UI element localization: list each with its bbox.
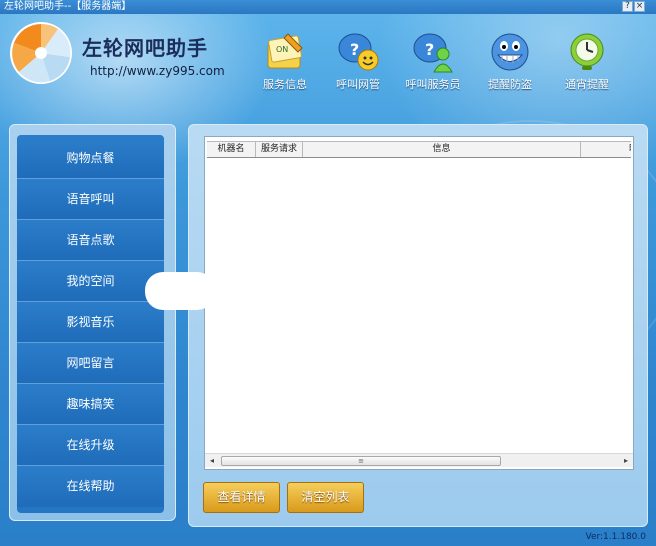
close-button[interactable]: × bbox=[634, 1, 645, 12]
sidebar-item-shopping[interactable]: 购物点餐 bbox=[17, 138, 164, 179]
scroll-thumb[interactable]: ≡ bbox=[221, 456, 501, 466]
nav-service-info[interactable]: ON 服务信息 bbox=[250, 30, 320, 94]
title-bar: 左轮网吧助手--【服务器端】 bbox=[0, 0, 656, 14]
nav-overnight-reminder[interactable]: 通宵提醒 bbox=[552, 30, 622, 94]
version-label: Ver:1.1.180.0 bbox=[585, 532, 646, 542]
nav-label: 通宵提醒 bbox=[565, 78, 609, 91]
window-title: 左轮网吧助手--【服务器端】 bbox=[4, 1, 132, 12]
sidebar-item-messages[interactable]: 网吧留言 bbox=[17, 343, 164, 384]
list-header: 机器名 服务请求 信息 时 bbox=[207, 141, 631, 158]
scroll-left-icon[interactable]: ◂ bbox=[207, 456, 217, 466]
app-url: http://www.zy995.com bbox=[90, 64, 225, 78]
sidebar-item-voice-call[interactable]: 语音呼叫 bbox=[17, 179, 164, 220]
help-button[interactable]: ? bbox=[622, 1, 633, 12]
column-header-info[interactable]: 信息 bbox=[303, 142, 581, 157]
clear-list-button[interactable]: 清空列表 bbox=[287, 482, 364, 513]
nav-label: 服务信息 bbox=[263, 78, 307, 91]
wheel-logo-icon bbox=[11, 23, 71, 83]
smiley-bubble-icon: ? bbox=[338, 33, 379, 71]
svg-text:?: ? bbox=[350, 40, 359, 59]
svg-text:?: ? bbox=[425, 40, 434, 59]
redaction-mark bbox=[210, 302, 380, 312]
sidebar-item-my-space[interactable]: 我的空间 bbox=[17, 261, 164, 302]
nav-theft-reminder[interactable]: 提醒防盗 bbox=[475, 30, 545, 94]
app-logo bbox=[10, 22, 72, 84]
grin-face-icon bbox=[491, 33, 529, 71]
horizontal-scrollbar[interactable]: ◂ ≡ ▸ bbox=[205, 453, 633, 467]
sidebar-item-online-help[interactable]: 在线帮助 bbox=[17, 466, 164, 507]
nav-call-waiter[interactable]: ? 呼叫服务员 bbox=[398, 30, 468, 94]
sidebar-item-movies-music[interactable]: 影视音乐 bbox=[17, 302, 164, 343]
app-name: 左轮网吧助手 bbox=[82, 36, 208, 60]
view-details-button[interactable]: 查看详情 bbox=[203, 482, 280, 513]
person-bubble-icon: ? bbox=[413, 33, 453, 73]
nav-label: 呼叫服务员 bbox=[405, 78, 461, 91]
nav-call-admin[interactable]: ? 呼叫网管 bbox=[323, 30, 393, 94]
redaction-mark bbox=[200, 283, 380, 297]
clock-icon bbox=[570, 33, 604, 70]
sidebar-item-song-request[interactable]: 语音点歌 bbox=[17, 220, 164, 261]
nav-label: 提醒防盗 bbox=[488, 78, 532, 91]
svg-text:ON: ON bbox=[276, 45, 288, 54]
sidebar-item-fun[interactable]: 趣味搞笑 bbox=[17, 384, 164, 425]
column-header-request[interactable]: 服务请求 bbox=[256, 142, 303, 157]
column-header-time[interactable]: 时 bbox=[581, 142, 631, 157]
nav-label: 呼叫网管 bbox=[336, 78, 380, 91]
notes-pencil-icon: ON bbox=[267, 33, 303, 69]
sidebar-item-online-upgrade[interactable]: 在线升级 bbox=[17, 425, 164, 466]
scroll-right-icon[interactable]: ▸ bbox=[621, 456, 631, 466]
column-header-machine[interactable]: 机器名 bbox=[207, 142, 256, 157]
